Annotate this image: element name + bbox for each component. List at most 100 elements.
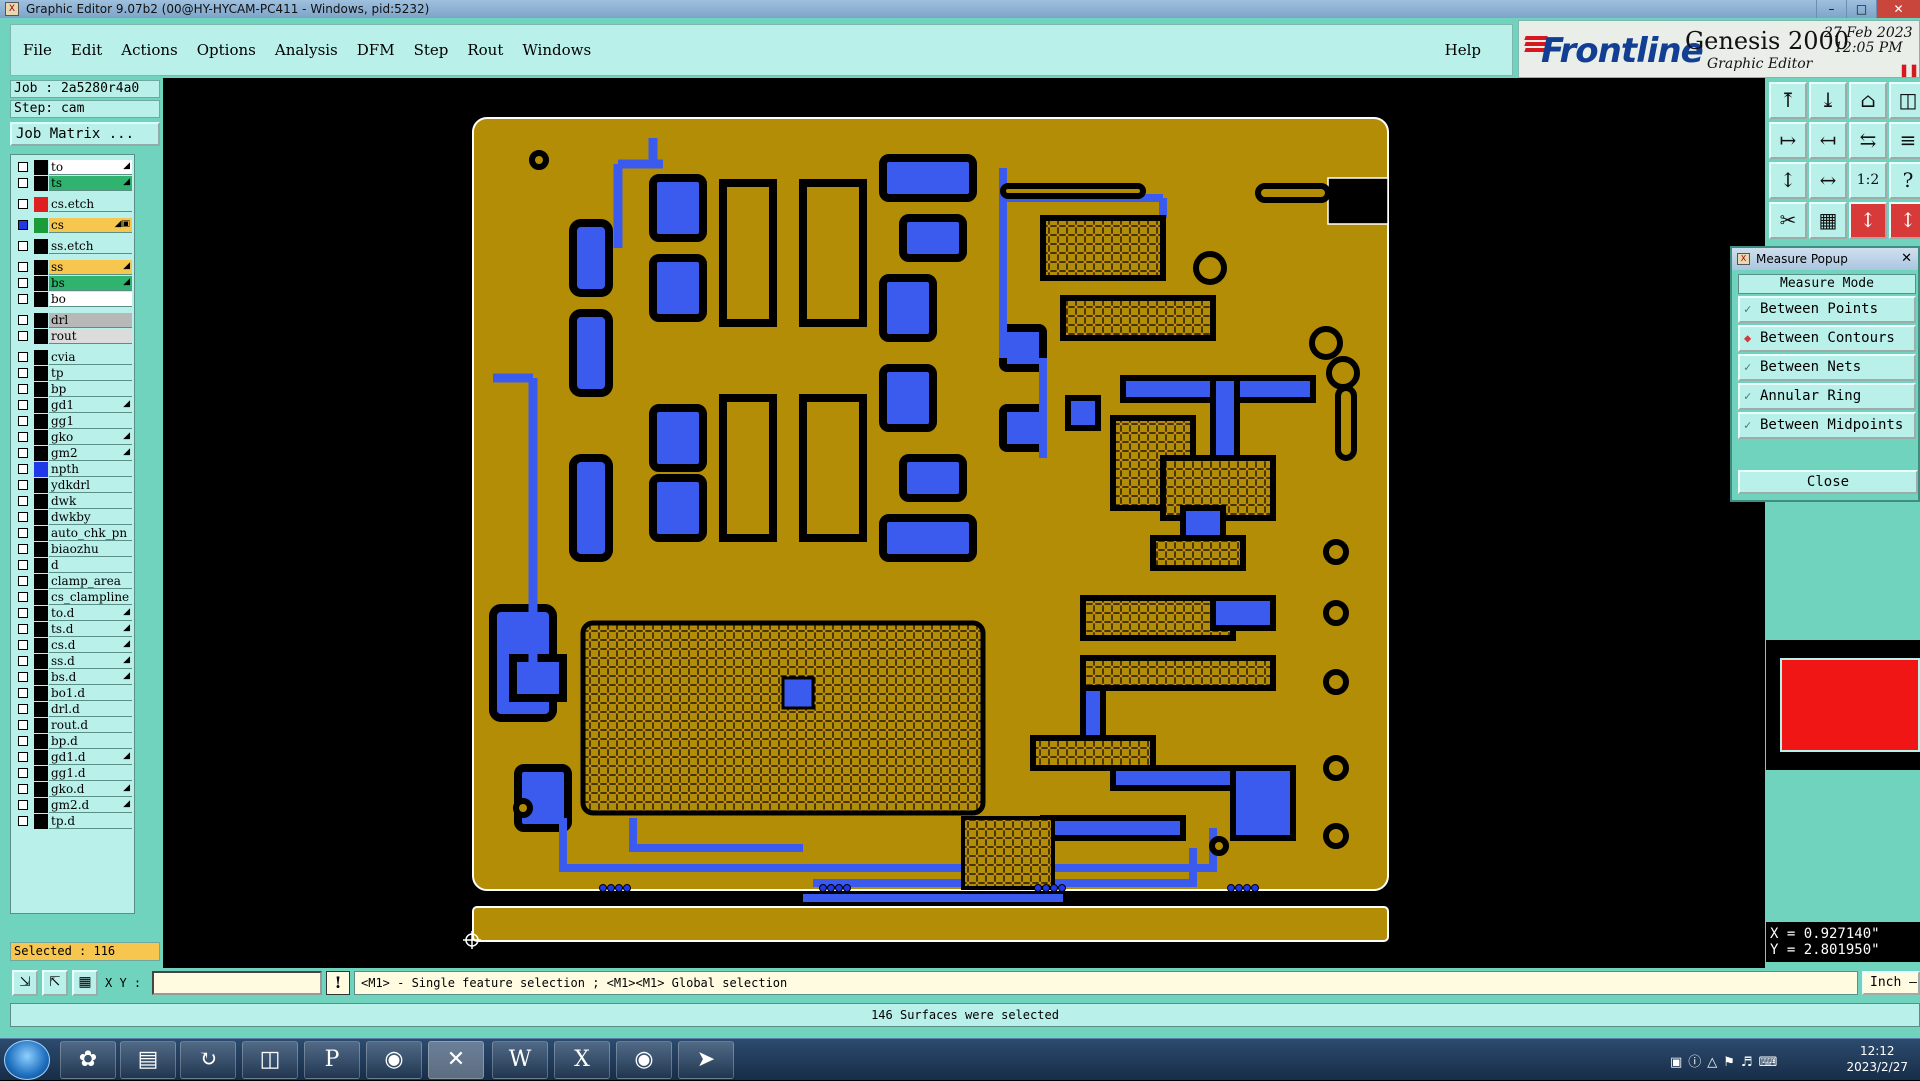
layer-checkbox[interactable] (18, 400, 28, 410)
menu-dfm[interactable]: DFM (357, 41, 395, 59)
layer-checkbox[interactable] (18, 592, 28, 602)
layer-row[interactable]: biaozhu (11, 541, 134, 557)
layer-checkbox[interactable] (18, 178, 28, 188)
close-button[interactable]: ✕ (1876, 0, 1920, 18)
taskbar-notepad-icon[interactable]: ▤ (120, 1041, 176, 1079)
layer-row[interactable]: drl (11, 312, 134, 328)
close-measure-button[interactable]: Close (1738, 470, 1918, 494)
layer-row[interactable]: clamp_area (11, 573, 134, 589)
layer-row[interactable]: bp (11, 381, 134, 397)
menu-options[interactable]: Options (197, 41, 256, 59)
layer-checkbox[interactable] (18, 528, 28, 538)
snap-icon[interactable]: ⇱ (42, 970, 68, 996)
layer-name[interactable]: rout (49, 329, 132, 344)
taskbar-cam-icon[interactable]: ↻ (180, 1041, 236, 1079)
layer-row[interactable]: auto_chk_pn (11, 525, 134, 541)
layer-row[interactable]: to ◢ (11, 159, 134, 175)
layer-color-swatch[interactable] (34, 766, 48, 781)
taskbar-p-icon[interactable]: P (304, 1041, 360, 1079)
layer-checkbox[interactable] (18, 480, 28, 490)
layer-checkbox[interactable] (18, 640, 28, 650)
menu-windows[interactable]: Windows (522, 41, 591, 59)
layer-checkbox[interactable] (18, 241, 28, 251)
layer-checkbox[interactable] (18, 560, 28, 570)
layer-color-swatch[interactable] (34, 798, 48, 813)
layer-color-swatch[interactable] (34, 654, 48, 669)
warning-icon[interactable]: ! (326, 971, 350, 995)
layer-color-swatch[interactable] (34, 260, 48, 275)
layer-name[interactable]: to (49, 160, 132, 175)
zoom-home-icon[interactable]: ⤒ (1769, 82, 1807, 119)
layer-color-swatch[interactable] (34, 398, 48, 413)
layer-checkbox[interactable] (18, 384, 28, 394)
layer-row[interactable]: gg1 (11, 413, 134, 429)
layer-name[interactable]: auto_chk_pn (49, 526, 132, 541)
pan-right-icon[interactable]: ↤ (1809, 122, 1847, 159)
layer-checkbox[interactable] (18, 704, 28, 714)
menu-analysis[interactable]: Analysis (275, 41, 338, 59)
layer-row[interactable]: cs ◢▣ (11, 217, 134, 233)
taskbar-eye-icon[interactable]: ◉ (366, 1041, 422, 1079)
layer-color-swatch[interactable] (34, 782, 48, 797)
layer-name[interactable]: cs.etch (49, 197, 132, 212)
layer-checkbox[interactable] (18, 315, 28, 325)
pcb-board-view[interactable] (163, 78, 1765, 968)
cut-icon[interactable]: ✂ (1769, 202, 1807, 239)
xy-input[interactable] (152, 971, 322, 995)
layer-checkbox[interactable] (18, 368, 28, 378)
layer-name[interactable]: bs.d (49, 670, 132, 685)
layer-row[interactable]: bs.d ◢ (11, 669, 134, 685)
measure-a-icon[interactable]: ↕ (1849, 202, 1887, 239)
layer-row[interactable]: bo1.d (11, 685, 134, 701)
menu-edit[interactable]: Edit (71, 41, 102, 59)
layer-row[interactable]: bp.d (11, 733, 134, 749)
layer-checkbox[interactable] (18, 576, 28, 586)
layer-color-swatch[interactable] (34, 292, 48, 307)
layer-row[interactable]: cvia (11, 349, 134, 365)
help-icon[interactable]: ? (1889, 162, 1920, 199)
layer-color-swatch[interactable] (34, 542, 48, 557)
layer-color-swatch[interactable] (34, 558, 48, 573)
layer-name[interactable]: bp.d (49, 734, 132, 749)
layer-checkbox[interactable] (18, 768, 28, 778)
layer-color-swatch[interactable] (34, 494, 48, 509)
taskbar-eye2-icon[interactable]: ◉ (616, 1041, 672, 1079)
layer-checkbox[interactable] (18, 331, 28, 341)
start-button[interactable] (4, 1040, 50, 1080)
layer-checkbox[interactable] (18, 672, 28, 682)
menu-file[interactable]: File (23, 41, 52, 59)
job-matrix-button[interactable]: Job Matrix ... (10, 122, 160, 146)
measure-option[interactable]: ✓ Between Midpoints (1738, 412, 1916, 439)
layer-color-swatch[interactable] (34, 160, 48, 175)
layer-row[interactable]: gm2.d ◢ (11, 797, 134, 813)
layer-color-swatch[interactable] (34, 414, 48, 429)
layer-checkbox[interactable] (18, 544, 28, 554)
graphic-canvas[interactable] (163, 78, 1765, 968)
layer-checkbox[interactable] (18, 262, 28, 272)
layer-row[interactable]: tp (11, 365, 134, 381)
layer-name[interactable]: gd1 (49, 398, 132, 413)
layer-color-swatch[interactable] (34, 478, 48, 493)
layer-name[interactable]: dwkby (49, 510, 132, 525)
measure-option[interactable]: ◆ Between Contours (1738, 325, 1916, 352)
swap-icon[interactable]: ⇆ (1849, 122, 1887, 159)
layer-color-swatch[interactable] (34, 239, 48, 254)
layer-checkbox[interactable] (18, 752, 28, 762)
layer-name[interactable]: cvia (49, 350, 132, 365)
layer-row[interactable]: gko.d ◢ (11, 781, 134, 797)
layer-color-swatch[interactable] (34, 510, 48, 525)
layer-name[interactable]: gko.d (49, 782, 132, 797)
layer-color-swatch[interactable] (34, 446, 48, 461)
layer-checkbox[interactable] (18, 688, 28, 698)
measure-option[interactable]: ✓ Between Points (1738, 296, 1916, 323)
layer-row[interactable]: bo (11, 291, 134, 307)
layer-name[interactable]: gko (49, 430, 132, 445)
layer-row[interactable]: gko ◢ (11, 429, 134, 445)
layer-row[interactable]: d (11, 557, 134, 573)
list-icon[interactable]: ≡ (1889, 122, 1920, 159)
layer-row[interactable]: gg1.d (11, 765, 134, 781)
layer-name[interactable]: tp.d (49, 814, 132, 829)
layer-row[interactable]: cs_clampline (11, 589, 134, 605)
layer-row[interactable]: gd1.d ◢ (11, 749, 134, 765)
layer-checkbox[interactable] (18, 294, 28, 304)
